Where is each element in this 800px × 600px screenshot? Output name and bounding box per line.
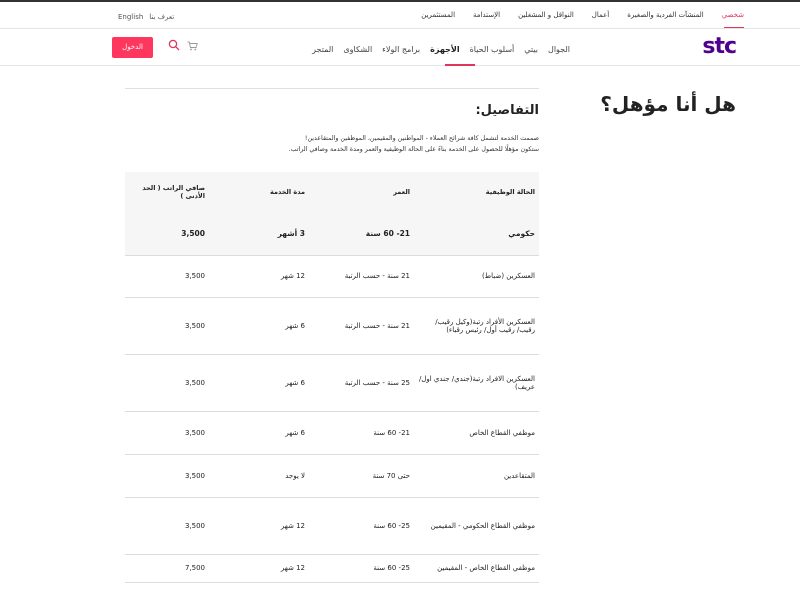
page-heading: هل أنا مؤهل؟ <box>600 92 736 116</box>
menu-item-complaints[interactable]: الشكاوى <box>343 45 372 54</box>
table-row: المتقاعدين حتى 70 سنة لا يوجد 3,500 <box>125 454 539 498</box>
table-row: موظفي القطاع الخاص 21- 60 سنة 6 شهر 3,50… <box>125 411 539 455</box>
table-row: العسكرين (ضباط) 21 سنة - حسب الرتبة 12 ش… <box>125 255 539 298</box>
description-line: ستكون مؤهلًا للحصول على الخدمة بناءً على… <box>288 146 539 153</box>
column-header-age: العمر <box>309 172 414 212</box>
net-salary-cell: 3,500 <box>125 354 209 412</box>
service-duration-cell: 6 شهر <box>209 411 309 455</box>
table-row: موظفي القطاع الخاص - المقيمين 25- 60 سنة… <box>125 554 539 583</box>
net-salary-cell: 3,500 <box>125 212 209 256</box>
segment-link-personal[interactable]: شخصي <box>722 11 744 19</box>
employment-status-cell: موظفي القطاع الخاص <box>414 411 539 455</box>
table-row: العسكرين الافراد رتبة(جندي/ جندي اول/ عر… <box>125 354 539 412</box>
age-cell: 21 سنة - حسب الرتبة <box>309 255 414 298</box>
segment-link-investors[interactable]: المستثمرين <box>421 11 455 19</box>
column-header-employment-status: الحالة الوظيفية <box>414 172 539 212</box>
eligibility-table: الحالة الوظيفية العمر مدة الخدمة صافي ال… <box>125 172 539 583</box>
service-duration-cell: 3 أشهر <box>209 212 309 256</box>
segment-link-sustainability[interactable]: الإستدامة <box>473 11 500 19</box>
service-duration-cell: 12 شهر <box>209 255 309 298</box>
age-cell: 21 سنة - حسب الرتبة <box>309 297 414 355</box>
menu-item-store[interactable]: المتجر <box>312 45 333 54</box>
employment-status-cell: المتقاعدين <box>414 454 539 498</box>
table-row: موظفي القطاع الحكومي - المقيمين 25- 60 س… <box>125 497 539 555</box>
segment-links: شخصي المنشآت الفردية والصغيرة أعمال النو… <box>421 11 744 19</box>
segment-link-small-business[interactable]: المنشآت الفردية والصغيرة <box>627 11 704 19</box>
employment-status-cell: العسكرين الأفراد رتبة(وكيل رقيب/ رقيب/ ر… <box>414 297 539 355</box>
table-header-row: الحالة الوظيفية العمر مدة الخدمة صافي ال… <box>125 172 539 212</box>
table-row: حكومي 21- 60 سنة 3 أشهر 3,500 <box>125 212 539 256</box>
age-cell: 21- 60 سنة <box>309 411 414 455</box>
column-header-net-salary: صافي الراتب ( الحد الأدنى ) <box>125 172 209 212</box>
description-line: صممت الخدمة لتشمل كافة شرائح العملاء - ا… <box>304 135 539 142</box>
column-header-service-duration: مدة الخدمة <box>209 172 309 212</box>
employment-status-cell: حكومي <box>414 212 539 256</box>
search-icon[interactable] <box>168 39 180 51</box>
net-salary-cell: 7,500 <box>125 554 209 583</box>
table-row: العسكرين الأفراد رتبة(وكيل رقيب/ رقيب/ ر… <box>125 297 539 355</box>
details-description: صممت الخدمة لتشمل كافة شرائح العملاء - ا… <box>119 133 539 155</box>
stc-logo[interactable]: stc <box>702 34 737 59</box>
segment-link-carriers[interactable]: النواقل و المشغلين <box>518 11 574 19</box>
segment-link-business[interactable]: أعمال <box>592 11 609 19</box>
top-utility-bar: شخصي المنشآت الفردية والصغيرة أعمال النو… <box>0 0 800 29</box>
net-salary-cell: 3,500 <box>125 411 209 455</box>
active-menu-indicator <box>445 64 475 66</box>
language-switch-link[interactable]: English <box>118 13 143 21</box>
employment-status-cell: العسكرين (ضباط) <box>414 255 539 298</box>
menu-item-home[interactable]: بيتي <box>524 45 538 54</box>
age-cell: 21- 60 سنة <box>309 212 414 256</box>
utility-links: تعرف بنا English <box>118 13 174 21</box>
service-duration-cell: لا يوجد <box>209 454 309 498</box>
details-title: التفاصيل: <box>475 103 539 118</box>
service-duration-cell: 6 شهر <box>209 297 309 355</box>
employment-status-cell: موظفي القطاع الخاص - المقيمين <box>414 554 539 583</box>
contact-link[interactable]: تعرف بنا <box>149 13 174 21</box>
menu-item-devices[interactable]: الأجهزة <box>430 45 459 54</box>
net-salary-cell: 3,500 <box>125 454 209 498</box>
net-salary-cell: 3,500 <box>125 497 209 555</box>
age-cell: حتى 70 سنة <box>309 454 414 498</box>
employment-status-cell: موظفي القطاع الحكومي - المقيمين <box>414 497 539 555</box>
age-cell: 25- 60 سنة <box>309 554 414 583</box>
net-salary-cell: 3,500 <box>125 255 209 298</box>
details-section: التفاصيل: صممت الخدمة لتشمل كافة شرائح ا… <box>125 88 539 583</box>
age-cell: 25- 60 سنة <box>309 497 414 555</box>
menu-item-lifestyle[interactable]: أسلوب الحياة <box>470 45 515 54</box>
service-duration-cell: 12 شهر <box>209 554 309 583</box>
main-menu: الجوال بيتي أسلوب الحياة الأجهزة برامج ا… <box>312 45 570 54</box>
employment-status-cell: العسكرين الافراد رتبة(جندي/ جندي اول/ عر… <box>414 354 539 412</box>
cart-icon[interactable] <box>187 41 198 51</box>
login-button[interactable]: الدخول <box>112 37 153 58</box>
service-duration-cell: 12 شهر <box>209 497 309 555</box>
net-salary-cell: 3,500 <box>125 297 209 355</box>
service-duration-cell: 6 شهر <box>209 354 309 412</box>
menu-item-loyalty[interactable]: برامج الولاء <box>382 45 420 54</box>
age-cell: 25 سنة - حسب الرتبة <box>309 354 414 412</box>
menu-item-mobile[interactable]: الجوال <box>548 45 570 54</box>
main-navbar: stc الجوال بيتي أسلوب الحياة الأجهزة برا… <box>0 28 800 66</box>
